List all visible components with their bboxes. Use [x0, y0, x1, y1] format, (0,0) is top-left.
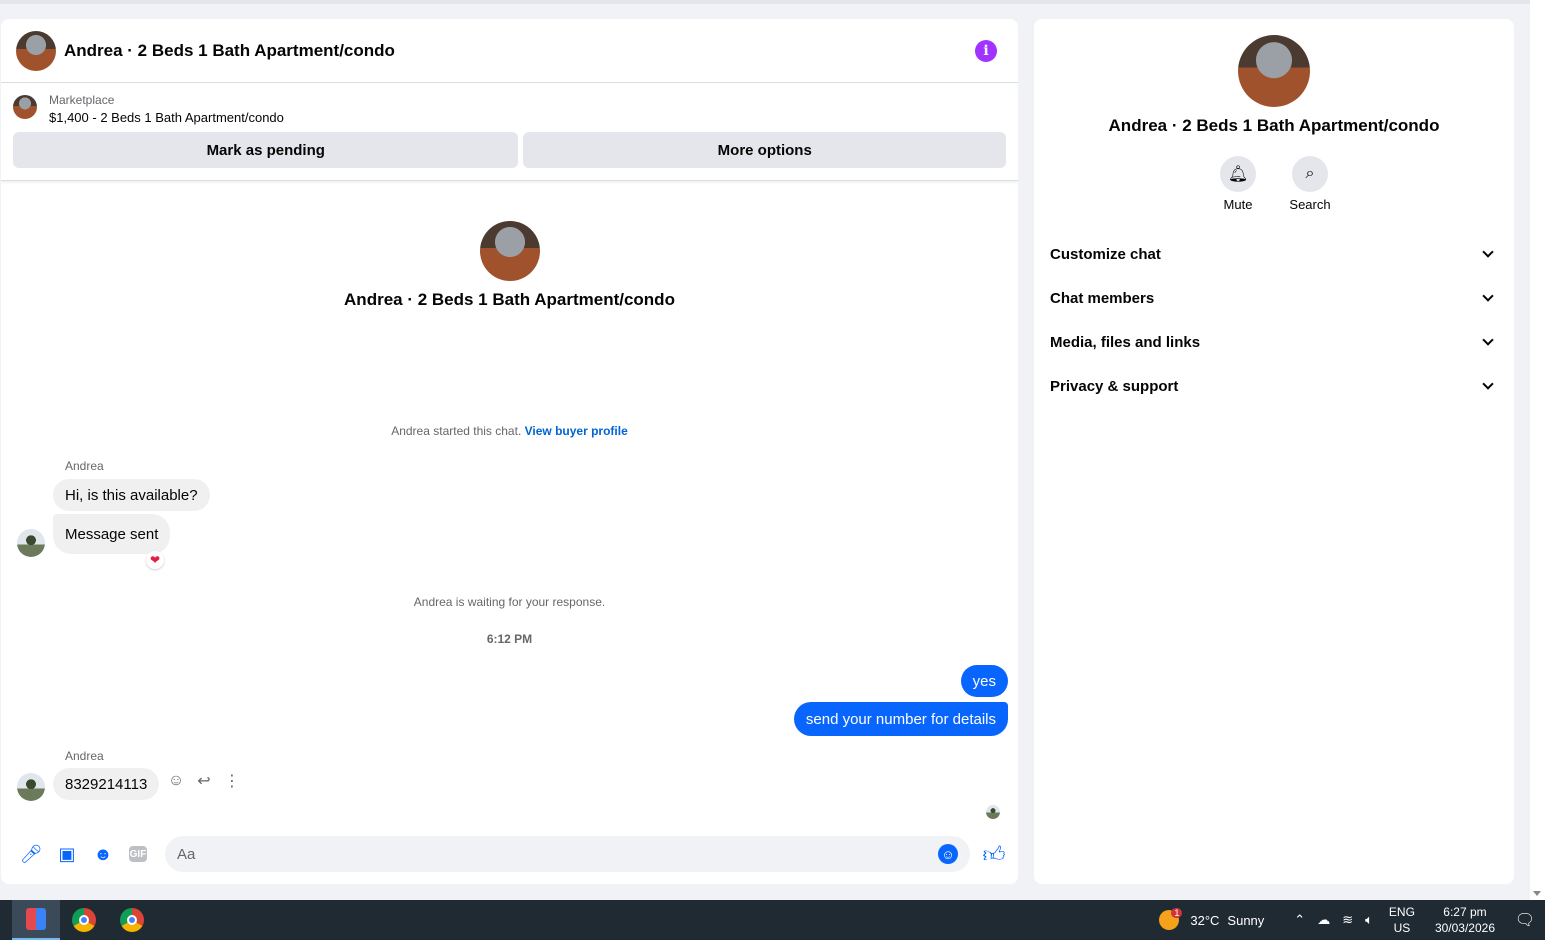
wifi-icon[interactable]: ≋ — [1342, 912, 1353, 928]
search-action[interactable]: ⌕ Search — [1289, 156, 1331, 212]
chevron-down-icon — [1482, 290, 1494, 302]
thumbs-up-icon[interactable]: 👍︎ — [982, 841, 1006, 868]
listing-avatar[interactable] — [16, 30, 56, 71]
listing-banner: Marketplace $1,400 - 2 Beds 1 Bath Apart… — [1, 83, 1018, 181]
customize-chat-section[interactable]: Customize chat — [1050, 232, 1498, 276]
emoji-icon[interactable]: ☺ — [938, 844, 958, 864]
bell-icon[interactable]: 🔔︎ — [1220, 156, 1256, 192]
seen-avatar — [986, 805, 1000, 819]
language-indicator[interactable]: ENG US — [1389, 904, 1415, 936]
outgoing-message[interactable]: send your number for details — [793, 702, 1008, 736]
photo-icon[interactable]: ▣ — [57, 844, 77, 864]
message-input[interactable]: Aa ☺ — [165, 836, 970, 872]
composer: 🎤︎ ▣ ☻ GIF Aa ☺ 👍︎ — [1, 836, 1018, 872]
chat-started-line: Andrea started this chat. View buyer pro… — [1, 424, 1018, 438]
message-actions: ☺ ↩ ⋮ — [167, 772, 241, 790]
weather-condition: Sunny — [1227, 912, 1265, 928]
gif-icon[interactable]: GIF — [129, 846, 147, 862]
chevron-down-icon — [1482, 334, 1494, 346]
section-label: Customize chat — [1050, 245, 1161, 263]
more-options-button[interactable]: More options — [523, 132, 1006, 168]
language-code: ENG — [1388, 905, 1415, 919]
react-icon[interactable]: ☺ — [167, 772, 185, 790]
scroll-down-arrow-icon[interactable] — [1533, 891, 1541, 896]
incoming-phone-message[interactable]: 8329214113 — [53, 768, 160, 800]
more-icon[interactable]: ⋮ — [223, 772, 241, 790]
search-label: Search — [1289, 197, 1331, 212]
details-avatar[interactable] — [1238, 35, 1310, 107]
sender-avatar[interactable] — [17, 529, 45, 557]
sender-name: Andrea — [65, 459, 104, 473]
mute-label: Mute — [1223, 197, 1253, 212]
chat-members-section[interactable]: Chat members — [1050, 276, 1498, 320]
sender-name: Andrea — [65, 749, 104, 763]
privacy-support-section[interactable]: Privacy & support — [1050, 364, 1498, 408]
section-label: Chat members — [1050, 289, 1155, 307]
mute-action[interactable]: 🔔︎ Mute — [1220, 156, 1256, 212]
view-buyer-profile-link[interactable]: View buyer profile — [525, 424, 628, 438]
taskbar-app-icon[interactable] — [12, 900, 60, 940]
listing-source: Marketplace — [49, 93, 115, 107]
sticker-icon[interactable]: ☻ — [93, 844, 113, 864]
chevron-up-icon[interactable]: ⌃ — [1294, 912, 1305, 928]
outgoing-message[interactable]: yes — [960, 665, 1008, 697]
reply-icon[interactable]: ↩ — [195, 772, 213, 790]
heart-reaction-icon[interactable]: ❤ — [146, 551, 164, 569]
listing-thumbnail[interactable] — [13, 95, 37, 119]
intro-title: Andrea · 2 Beds 1 Bath Apartment/condo — [344, 290, 675, 309]
media-files-links-section[interactable]: Media, files and links — [1050, 320, 1498, 364]
clock[interactable]: 6:27 pm 30/03/2026 — [1435, 904, 1495, 936]
chrome-icon[interactable] — [60, 900, 108, 940]
info-icon[interactable]: i — [975, 39, 997, 62]
chat-panel: Andrea · 2 Beds 1 Bath Apartment/condo i… — [1, 19, 1018, 884]
speaker-icon[interactable]: 🔈︎ — [1365, 912, 1373, 928]
chat-header: Andrea · 2 Beds 1 Bath Apartment/condo i — [1, 19, 1018, 83]
waiting-text: Andrea is waiting for your response. — [413, 595, 606, 609]
mark-as-pending-button[interactable]: Mark as pending — [13, 132, 519, 168]
chat-started-text: Andrea started this chat. — [391, 424, 522, 438]
message-input-placeholder: Aa — [177, 845, 196, 863]
sender-avatar[interactable] — [17, 773, 45, 801]
chat-intro: Andrea · 2 Beds 1 Bath Apartment/condo — [1, 221, 1018, 310]
system-tray: 1 32°C Sunny ⌃ ☁ ≋ 🔈︎ ENG US 6:27 pm 30/… — [1159, 900, 1545, 940]
chrome-profile-icon[interactable] — [108, 900, 156, 940]
weather-badge: 1 — [1171, 908, 1183, 918]
keyboard-region: US — [1393, 921, 1411, 935]
intro-avatar[interactable] — [479, 221, 540, 281]
conversation-details-panel: Andrea · 2 Beds 1 Bath Apartment/condo 🔔… — [1034, 19, 1514, 884]
taskbar: 1 32°C Sunny ⌃ ☁ ≋ 🔈︎ ENG US 6:27 pm 30/… — [0, 900, 1545, 940]
listing-price-title[interactable]: $1,400 - 2 Beds 1 Bath Apartment/condo — [49, 110, 284, 125]
notification-icon[interactable]: 🗨︎ — [1505, 910, 1545, 930]
search-icon[interactable]: ⌕ — [1292, 156, 1328, 192]
chat-title[interactable]: Andrea · 2 Beds 1 Bath Apartment/condo — [64, 41, 975, 61]
chevron-down-icon — [1482, 246, 1494, 258]
section-label: Privacy & support — [1050, 377, 1179, 395]
message-timestamp: 6:12 PM — [486, 632, 533, 646]
temperature: 32°C — [1190, 912, 1220, 928]
clock-date: 30/03/2026 — [1434, 921, 1495, 935]
clock-time: 6:27 pm — [1443, 905, 1487, 919]
cloud-icon[interactable]: ☁ — [1317, 912, 1330, 928]
page-scrollbar[interactable] — [1530, 0, 1545, 900]
chevron-down-icon — [1482, 378, 1494, 390]
top-border — [0, 0, 1530, 4]
section-label: Media, files and links — [1050, 333, 1201, 351]
incoming-message[interactable]: Hi, is this available? — [53, 479, 210, 511]
incoming-message-sent[interactable]: Message sent — [53, 514, 171, 554]
weather-widget[interactable]: 1 32°C Sunny — [1159, 908, 1265, 930]
details-title: Andrea · 2 Beds 1 Bath Apartment/condo — [1108, 116, 1440, 135]
microphone-icon[interactable]: 🎤︎ — [20, 844, 43, 864]
